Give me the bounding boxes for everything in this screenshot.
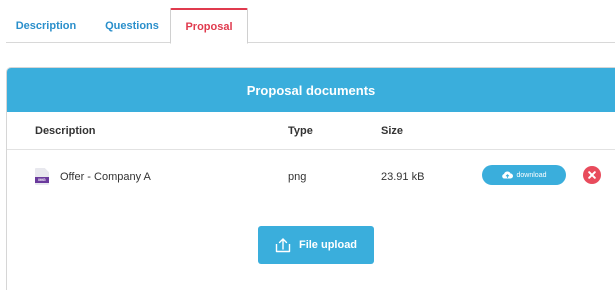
header-divider [7,149,615,150]
document-size: 23.91 kB [381,171,425,183]
column-header-type: Type [288,125,313,137]
image-file-icon: IMG [35,168,49,185]
document-type: png [288,171,307,183]
file-upload-label: File upload [298,239,358,251]
delete-document-button[interactable] [583,166,601,184]
download-label: download [516,171,547,179]
panel-title: Proposal documents [7,68,615,112]
tab-proposal[interactable]: Proposal [170,8,248,44]
column-header-description: Description [35,125,96,137]
document-description: Offer - Company A [60,171,151,183]
tab-description[interactable]: Description [6,8,86,43]
cloud-upload-icon [501,171,513,179]
tab-bar: Description Questions Proposal [6,8,615,44]
file-upload-button[interactable]: File upload [258,226,374,264]
upload-arrow-icon [275,238,291,253]
column-header-size: Size [381,125,404,137]
proposal-documents-panel: Proposal documents Description Type Size… [6,67,615,290]
tab-questions[interactable]: Questions [99,8,165,43]
download-button[interactable]: download [482,165,566,185]
